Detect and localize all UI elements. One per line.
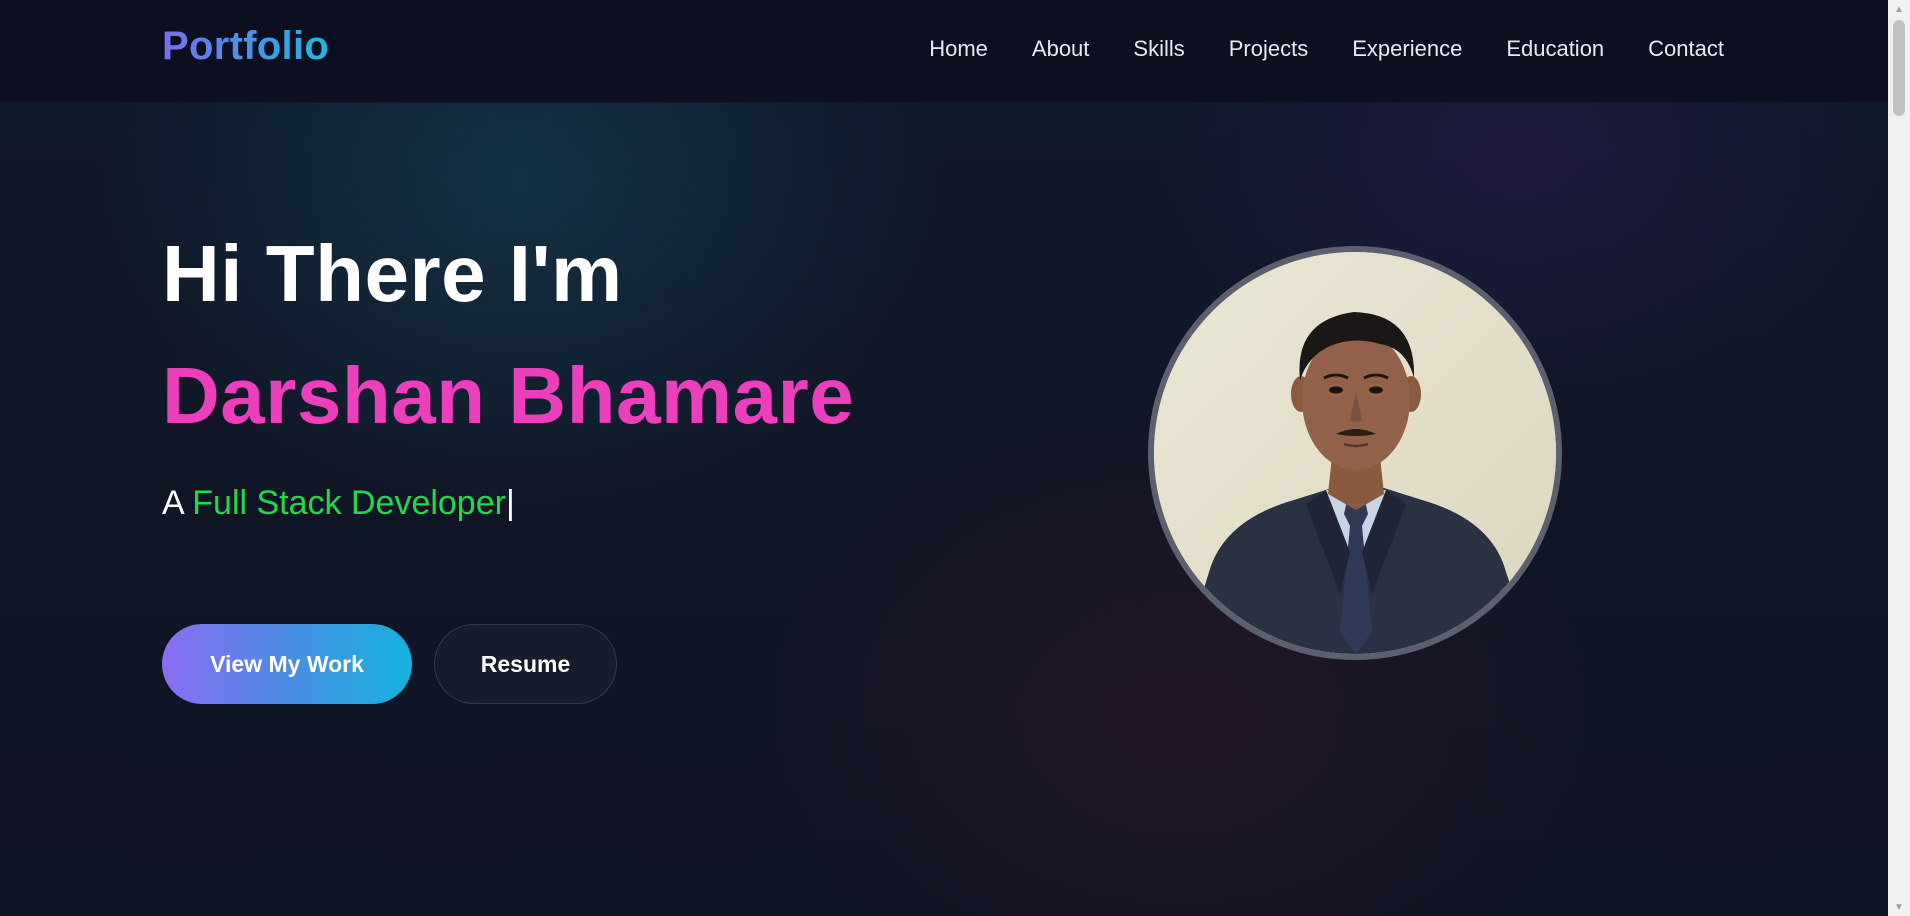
hero-greeting: Hi There I'm	[162, 229, 623, 318]
scrollbar[interactable]: ▲ ▼	[1888, 0, 1910, 916]
nav-item-skills[interactable]: Skills	[1133, 36, 1184, 62]
nav-item-about[interactable]: About	[1032, 36, 1090, 62]
tagline-role: Full Stack Developer	[192, 484, 506, 522]
scroll-up-arrow-icon[interactable]: ▲	[1888, 0, 1910, 18]
profile-photo	[1148, 246, 1562, 660]
page: Portfolio Home About Skills Projects Exp…	[0, 0, 1888, 916]
scroll-down-arrow-icon[interactable]: ▼	[1888, 898, 1910, 916]
nav-item-experience[interactable]: Experience	[1352, 36, 1462, 62]
hero-name: Darshan Bhamare	[162, 351, 855, 440]
resume-button[interactable]: Resume	[434, 624, 617, 704]
view-my-work-button[interactable]: View My Work	[162, 624, 412, 704]
main-nav: Home About Skills Projects Experience Ed…	[929, 36, 1724, 62]
person-portrait-icon	[1154, 252, 1556, 654]
navbar: Portfolio Home About Skills Projects Exp…	[0, 0, 1888, 103]
logo[interactable]: Portfolio	[162, 24, 329, 69]
nav-item-education[interactable]: Education	[1506, 36, 1604, 62]
tagline-prefix: A	[162, 484, 183, 522]
typing-cursor: |	[505, 484, 515, 522]
nav-item-contact[interactable]: Contact	[1648, 36, 1724, 62]
nav-item-home[interactable]: Home	[929, 36, 988, 62]
scroll-thumb[interactable]	[1893, 20, 1905, 116]
nav-item-projects[interactable]: Projects	[1229, 36, 1308, 62]
hero-tagline: A Full Stack Developer|	[162, 484, 515, 523]
